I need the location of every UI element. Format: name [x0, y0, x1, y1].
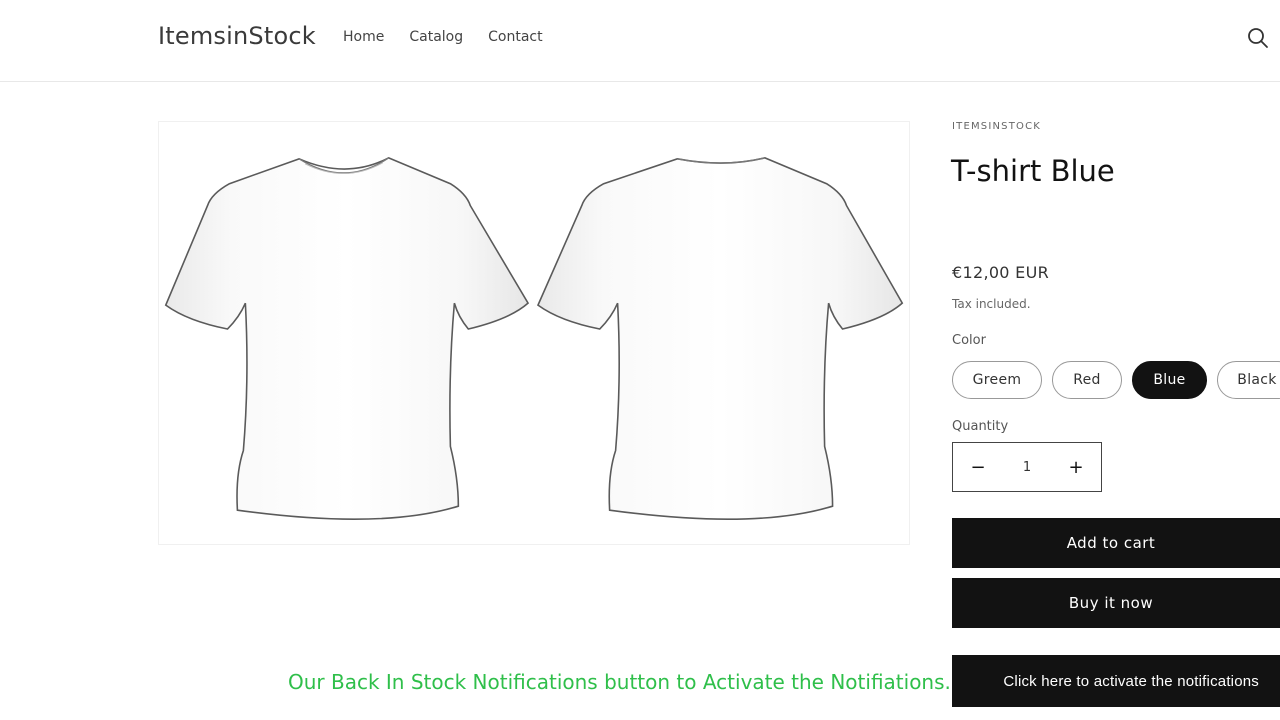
quantity-increase-button[interactable]: + — [1051, 443, 1101, 491]
tax-note: Tax included. — [952, 297, 1031, 311]
add-to-cart-button[interactable]: Add to cart — [952, 518, 1280, 568]
store-logo[interactable]: ItemsinStock — [158, 22, 316, 50]
tshirt-image — [164, 156, 904, 520]
color-option-blue[interactable]: Blue — [1132, 361, 1207, 399]
tshirt-front — [164, 156, 530, 520]
quantity-stepper: − + — [952, 442, 1102, 492]
product-vendor: ITEMSINSTOCK — [952, 121, 1042, 132]
main-nav: Home Catalog Contact — [343, 29, 543, 45]
nav-home[interactable]: Home — [343, 29, 384, 45]
quantity-input[interactable] — [1003, 443, 1051, 491]
quantity-decrease-button[interactable]: − — [953, 443, 1003, 491]
color-options: Greem Red Blue Black — [952, 361, 1280, 399]
color-option-green[interactable]: Greem — [952, 361, 1042, 399]
color-option-red[interactable]: Red — [1052, 361, 1122, 399]
notify-button[interactable]: Click here to activate the notifications — [952, 655, 1280, 707]
color-label: Color — [952, 333, 986, 348]
color-option-black[interactable]: Black — [1217, 361, 1280, 399]
product-image[interactable] — [158, 121, 910, 545]
product-page: ItemsinStock Home Catalog Contact ITEMSI… — [0, 0, 1280, 720]
tshirt-back — [536, 156, 904, 520]
product-price: €12,00 EUR — [952, 263, 1050, 282]
quantity-label: Quantity — [952, 419, 1009, 434]
nav-catalog[interactable]: Catalog — [409, 29, 463, 45]
search-icon — [1248, 28, 1268, 48]
product-title: T-shirt Blue — [951, 154, 1115, 188]
search-button[interactable] — [1244, 24, 1272, 52]
buy-now-button[interactable]: Buy it now — [952, 578, 1280, 628]
site-header: ItemsinStock Home Catalog Contact — [0, 0, 1280, 82]
nav-contact[interactable]: Contact — [488, 29, 542, 45]
overlay-caption: Our Back In Stock Notifications button t… — [288, 670, 951, 694]
